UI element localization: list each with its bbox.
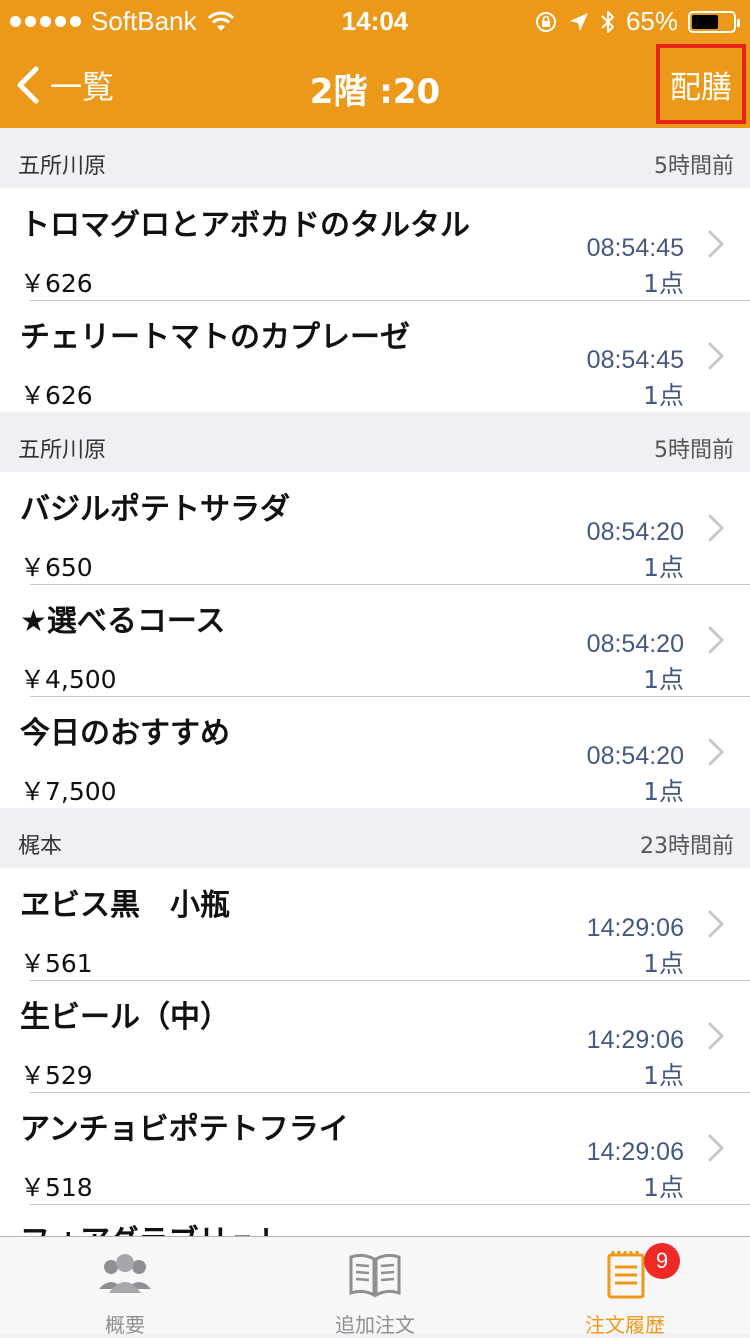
chevron-right-icon	[708, 514, 724, 542]
order-time: 14:29:06	[586, 1026, 684, 1054]
section-time-ago: 5時間前	[654, 154, 734, 179]
item-price: ￥561	[20, 949, 93, 978]
section-rows: ヱビス黒 小瓶 ￥561 14:29:06 1点 生ビール（中） ￥529 14:29:06…	[0, 868, 750, 1236]
battery-fill	[692, 14, 718, 29]
item-quantity: 1点	[643, 269, 684, 298]
rotation-lock-icon	[535, 11, 556, 32]
tab-book[interactable]: 追加注文	[250, 1237, 500, 1337]
battery-percent: 65%	[625, 6, 678, 36]
item-name: アンチョビポテトフライ	[20, 1112, 349, 1147]
order-time: 08:54:20	[586, 630, 684, 658]
section-header: 五所川原 5時間前	[0, 412, 750, 472]
order-time: 08:54:20	[586, 518, 684, 546]
item-price: ￥626	[20, 269, 93, 298]
item-price: ￥529	[20, 1061, 93, 1090]
order-row[interactable]: ヱビス黒 小瓶 ￥561 14:29:06 1点	[0, 868, 750, 980]
item-quantity: 1点	[643, 553, 684, 582]
item-price: ￥4,500	[20, 665, 117, 694]
bluetooth-icon	[601, 10, 614, 33]
order-row[interactable]: バジルポテトサラダ ￥650 08:54:20 1点	[0, 472, 750, 584]
status-right: 65%	[534, 6, 740, 37]
order-row[interactable]: ★選べるコース ￥4,500 08:54:20 1点	[0, 584, 750, 696]
chevron-right-icon	[708, 738, 724, 766]
order-row[interactable]: チェリートマトのカプレーゼ ￥626 08:54:45 1点	[0, 300, 750, 412]
item-quantity: 1点	[643, 381, 684, 410]
book-icon	[345, 1249, 405, 1301]
section-rows: バジルポテトサラダ ￥650 08:54:20 1点 ★選べるコース ￥4,500 08:5…	[0, 472, 750, 808]
order-time: 14:29:06	[586, 914, 684, 942]
section-header: 梶本 23時間前	[0, 808, 750, 868]
item-price: ￥650	[20, 553, 93, 582]
item-name: 生ビール（中）	[20, 1000, 230, 1035]
section-header: 五所川原 5時間前	[0, 128, 750, 188]
item-quantity: 1点	[643, 665, 684, 694]
item-quantity: 1点	[643, 1173, 684, 1202]
item-quantity: 1点	[643, 949, 684, 978]
people-icon	[95, 1249, 155, 1301]
item-name: フォアグラブリュレ	[20, 1216, 288, 1236]
item-name: ヱビス黒 小瓶	[20, 888, 230, 923]
section-time-ago: 5時間前	[654, 438, 734, 463]
chevron-right-icon	[708, 626, 724, 654]
section-rows: トロマグロとアボカドのタルタル ￥626 08:54:45 1点 チェリートマトのカプレ…	[0, 188, 750, 412]
section-time-ago: 23時間前	[640, 834, 734, 859]
item-name: バジルポテトサラダ	[20, 492, 290, 527]
item-name: 今日のおすすめ	[20, 716, 230, 751]
tab-notepad[interactable]: 注文履歴 9	[500, 1237, 750, 1337]
item-price: ￥518	[20, 1173, 93, 1202]
tab-bar: 概要 追加注文 注文履歴 9	[0, 1236, 750, 1337]
order-time: 08:54:45	[586, 234, 684, 262]
tab-people[interactable]: 概要	[0, 1237, 250, 1337]
order-time: 08:54:45	[586, 346, 684, 374]
item-name: ★選べるコース	[20, 604, 226, 639]
item-name: トロマグロとアボカドのタルタル	[20, 208, 470, 243]
page-title: 2階 :20	[309, 72, 441, 112]
order-row[interactable]: フォアグラブリュレ	[0, 1204, 750, 1236]
chevron-right-icon	[708, 342, 724, 370]
order-row[interactable]: アンチョビポテトフライ ￥518 14:29:06 1点	[0, 1092, 750, 1204]
order-row[interactable]: 生ビール（中） ￥529 14:29:06 1点	[0, 980, 750, 1092]
chevron-right-icon	[708, 1134, 724, 1162]
section-customer-name: 五所川原	[18, 154, 107, 179]
top-bar: SoftBank 14:04 65% 一覧 2階:20 配膳	[0, 0, 750, 128]
battery-icon	[688, 10, 740, 33]
nav-bar: 一覧 2階 :20 配膳	[0, 40, 750, 128]
item-quantity: 1点	[643, 777, 684, 806]
location-icon	[569, 12, 588, 31]
section-customer-name: 五所川原	[18, 438, 107, 463]
serve-button[interactable]: 配膳	[656, 44, 746, 124]
order-time: 08:54:20	[586, 742, 684, 770]
order-time: 14:29:06	[586, 1138, 684, 1166]
item-quantity: 1点	[643, 1061, 684, 1090]
chevron-right-icon	[708, 230, 724, 258]
item-name: チェリートマトのカプレーゼ	[20, 320, 410, 355]
chevron-right-icon	[708, 1022, 724, 1050]
order-row[interactable]: 今日のおすすめ ￥7,500 08:54:20 1点	[0, 696, 750, 808]
order-history-list[interactable]: 五所川原 5時間前 トロマグロとアボカドのタルタル ￥626 08:54:45 1点 チェリ…	[0, 128, 750, 1236]
order-row[interactable]: トロマグロとアボカドのタルタル ￥626 08:54:45 1点	[0, 188, 750, 300]
chevron-right-icon	[708, 910, 724, 938]
section-customer-name: 梶本	[18, 834, 63, 859]
notification-badge: 9	[644, 1243, 680, 1279]
item-price: ￥7,500	[20, 777, 117, 806]
item-price: ￥626	[20, 381, 93, 410]
status-bar: SoftBank 14:04 65%	[0, 0, 750, 40]
